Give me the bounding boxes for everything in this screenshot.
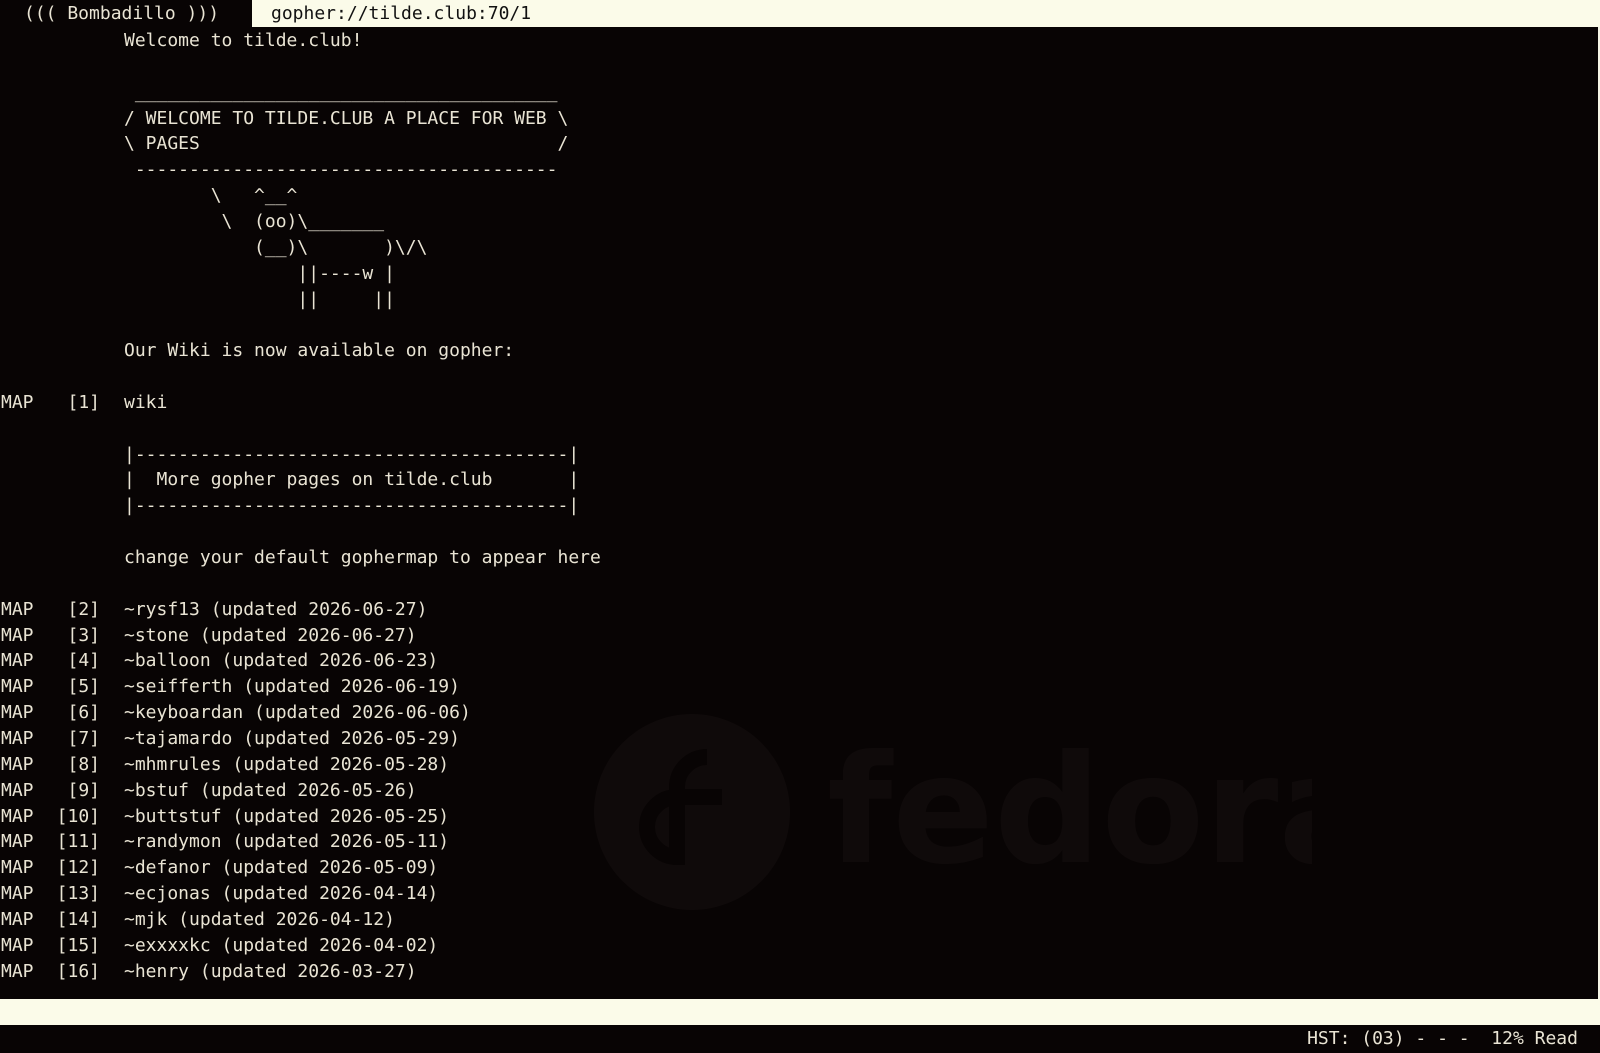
link-text[interactable]: ~randymon (updated 2026-05-11): [124, 829, 449, 855]
link-text[interactable]: ~buttstuf (updated 2026-05-25): [124, 804, 449, 830]
menu-text: / WELCOME TO TILDE.CLUB A PLACE FOR WEB …: [124, 107, 569, 129]
link-text[interactable]: ~balloon (updated 2026-06-23): [124, 648, 438, 674]
link-index: [11]: [56, 831, 100, 853]
link-text[interactable]: ~mhmrules (updated 2026-05-28): [124, 752, 449, 778]
menu-text: \ ^__^: [124, 185, 298, 207]
app-title: ((( Bombadillo ))): [0, 0, 252, 27]
link-text[interactable]: ~seifferth (updated 2026-06-19): [124, 674, 460, 700]
menu-text-row: [0, 364, 1600, 390]
link-index: [5]: [67, 676, 100, 698]
menu-text: ||----w |: [124, 262, 395, 284]
link-index: [1]: [67, 391, 100, 413]
menu-text: change your default gophermap to appear …: [124, 547, 601, 568]
menu-link-row[interactable]: MAP [12] ~defanor (updated 2026-05-09): [0, 855, 1600, 881]
menu-link-row[interactable]: MAP [8] ~mhmrules (updated 2026-05-28): [0, 752, 1600, 778]
address-bar[interactable]: gopher://tilde.club:70/1: [271, 0, 531, 27]
menu-text: | More gopher pages on tilde.club |: [124, 469, 580, 491]
menu-text: Welcome to tilde.club!: [124, 30, 363, 51]
menu-text-row: _______________________________________: [0, 80, 1600, 106]
menu-link-row[interactable]: MAP [7] ~tajamardo (updated 2026-05-29): [0, 726, 1600, 752]
link-text[interactable]: ~henry (updated 2026-03-27): [124, 959, 417, 985]
menu-text-row: Our Wiki is now available on gopher:: [0, 338, 1600, 364]
menu-link-row[interactable]: MAP [16] ~henry (updated 2026-03-27): [0, 959, 1600, 985]
menu-text-row: ||----w |: [0, 261, 1600, 287]
menu-text-row: |---------------------------------------…: [0, 493, 1600, 519]
menu-text: _______________________________________: [124, 81, 558, 103]
menu-text-row: \ (oo)\_______: [0, 209, 1600, 235]
status-bar: HST: (03) - - - 12% Read: [0, 1025, 1600, 1053]
link-index: [9]: [67, 779, 100, 801]
link-index: [6]: [67, 702, 100, 724]
menu-text-row: (__)\ )\/\: [0, 235, 1600, 261]
menu-link-row[interactable]: MAP [11] ~randymon (updated 2026-05-11): [0, 829, 1600, 855]
link-index: [15]: [56, 934, 100, 956]
link-index: [14]: [56, 908, 100, 930]
menu-text: Our Wiki is now available on gopher:: [124, 340, 515, 362]
menu-text: |---------------------------------------…: [124, 443, 580, 465]
link-index: [16]: [56, 960, 100, 982]
menu-text: (__)\ )\/\: [124, 236, 428, 258]
link-index: [3]: [67, 624, 100, 646]
link-text[interactable]: ~keyboardan (updated 2026-06-06): [124, 700, 471, 726]
link-index: [2]: [67, 598, 100, 620]
menu-link-row[interactable]: MAP [14] ~mjk (updated 2026-04-12): [0, 907, 1600, 933]
menu-link-row[interactable]: MAP [13] ~ecjonas (updated 2026-04-14): [0, 881, 1600, 907]
menu-text: || ||: [124, 288, 395, 310]
menu-text-row: \ PAGES /: [0, 131, 1600, 157]
link-text[interactable]: ~exxxxkc (updated 2026-04-02): [124, 933, 438, 959]
link-text[interactable]: ~mjk (updated 2026-04-12): [124, 907, 395, 933]
gopher-menu-content: fedora Welcome to tilde.club! __________…: [0, 27, 1600, 999]
link-text[interactable]: ~defanor (updated 2026-05-09): [124, 855, 438, 881]
menu-text: ---------------------------------------: [124, 159, 558, 181]
menu-text: |---------------------------------------…: [124, 495, 580, 517]
menu-text-row: |---------------------------------------…: [0, 442, 1600, 468]
menu-link-row[interactable]: MAP [5] ~seifferth (updated 2026-06-19): [0, 674, 1600, 700]
link-index: [8]: [67, 753, 100, 775]
link-index: [12]: [56, 857, 100, 879]
menu-link-row[interactable]: MAP [1] wiki: [0, 390, 1600, 416]
menu-text-row: [0, 312, 1600, 338]
top-bar: ((( Bombadillo ))) gopher://tilde.club:7…: [0, 0, 1600, 27]
menu-text-row: [0, 54, 1600, 80]
menu-text-row: [0, 416, 1600, 442]
link-text[interactable]: ~bstuf (updated 2026-05-26): [124, 778, 417, 804]
menu-link-row[interactable]: MAP [6] ~keyboardan (updated 2026-06-06): [0, 700, 1600, 726]
menu-link-row[interactable]: MAP [4] ~balloon (updated 2026-06-23): [0, 648, 1600, 674]
link-text[interactable]: ~ecjonas (updated 2026-04-14): [124, 881, 438, 907]
menu-text-row: change your default gophermap to appear …: [0, 545, 1600, 571]
link-index: [10]: [56, 805, 100, 827]
menu-text-row: Welcome to tilde.club!: [0, 28, 1600, 54]
link-index: [4]: [67, 650, 100, 672]
link-index: [7]: [67, 727, 100, 749]
link-text[interactable]: ~stone (updated 2026-06-27): [124, 623, 417, 649]
menu-link-row[interactable]: MAP [10] ~buttstuf (updated 2026-05-25): [0, 804, 1600, 830]
menu-link-row[interactable]: MAP [2] ~rysf13 (updated 2026-06-27): [0, 597, 1600, 623]
link-text[interactable]: ~rysf13 (updated 2026-06-27): [124, 597, 427, 623]
menu-link-row[interactable]: MAP [3] ~stone (updated 2026-06-27): [0, 623, 1600, 649]
status-indicator: HST: (03) - - - 12% Read: [1307, 1028, 1578, 1049]
link-text[interactable]: wiki: [124, 390, 167, 416]
menu-link-row[interactable]: MAP [15] ~exxxxkc (updated 2026-04-02): [0, 933, 1600, 959]
message-line: [0, 999, 1600, 1025]
link-text[interactable]: ~tajamardo (updated 2026-05-29): [124, 726, 460, 752]
menu-link-row[interactable]: MAP [9] ~bstuf (updated 2026-05-26): [0, 778, 1600, 804]
menu-text-row: [0, 571, 1600, 597]
menu-text-row: [0, 519, 1600, 545]
menu-text-row: || ||: [0, 287, 1600, 313]
menu-text: \ PAGES /: [124, 133, 569, 155]
menu-text-row: | More gopher pages on tilde.club |: [0, 467, 1600, 493]
menu-text: \ (oo)\_______: [124, 210, 385, 232]
menu-text-row: / WELCOME TO TILDE.CLUB A PLACE FOR WEB …: [0, 106, 1600, 132]
menu-text-row: \ ^__^: [0, 183, 1600, 209]
menu-text-row: ---------------------------------------: [0, 157, 1600, 183]
link-index: [13]: [56, 883, 100, 905]
